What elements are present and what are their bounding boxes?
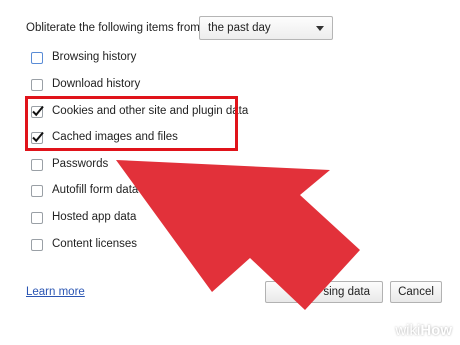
clear-browsing-data-dialog: Obliterate the following items from: the… bbox=[0, 0, 460, 345]
red-arrow-icon bbox=[116, 160, 360, 310]
wikihow-logo: wikiHow bbox=[395, 322, 452, 339]
wikihow-watermark: wikiHow bbox=[364, 318, 460, 345]
